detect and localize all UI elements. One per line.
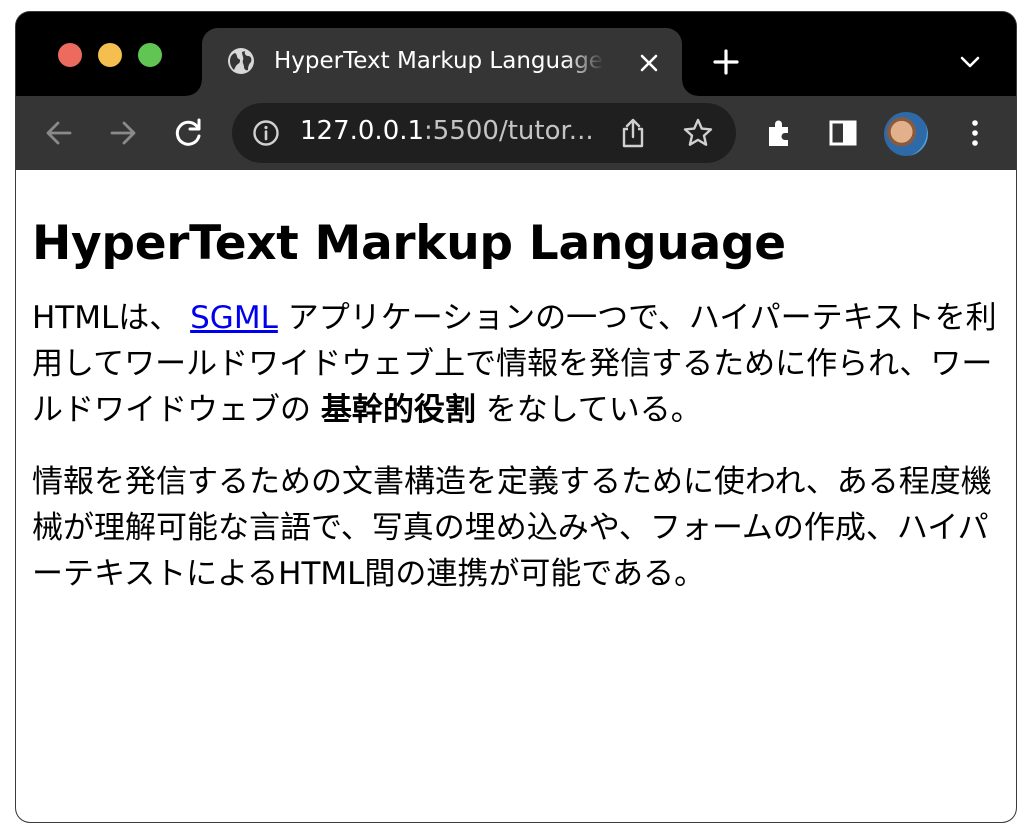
page-content: HyperText Markup Language HTMLは、 SGML アプ… [16, 170, 1016, 822]
avatar[interactable] [884, 112, 928, 156]
toolbar: 127.0.0.1:5500/tutor... [16, 96, 1016, 170]
chevron-down-icon[interactable] [958, 52, 982, 72]
kebab-menu-icon[interactable] [958, 116, 992, 150]
globe-icon [228, 48, 254, 74]
close-icon[interactable] [638, 52, 660, 74]
paragraph-1-intro: HTMLは、 [32, 300, 191, 336]
minimize-window-button[interactable] [98, 43, 122, 67]
reload-icon[interactable] [172, 116, 206, 150]
zoom-window-button[interactable] [138, 43, 162, 67]
url-text[interactable]: 127.0.0.1:5500/tutor... [300, 116, 600, 150]
tab-strip: HyperText Markup Language - Visual Studi… [16, 12, 1016, 96]
close-window-button[interactable] [58, 43, 82, 67]
paragraph-1: HTMLは、 SGML アプリケーションの一つで、ハイパーテキストを利用してワー… [32, 295, 1000, 433]
strong-text: 基幹的役割 [320, 392, 476, 428]
side-panel-icon[interactable] [826, 116, 860, 150]
browser-window: HyperText Markup Language - Visual Studi… [16, 12, 1016, 822]
page-title: HyperText Markup Language [32, 216, 786, 271]
puzzle-icon[interactable] [762, 116, 796, 150]
address-bar[interactable]: 127.0.0.1:5500/tutor... [232, 103, 736, 163]
star-icon[interactable] [682, 117, 714, 149]
arrow-right-icon[interactable] [106, 116, 140, 150]
arrow-left-icon[interactable] [42, 116, 76, 150]
share-icon[interactable] [618, 117, 648, 149]
sgml-link[interactable]: SGML [190, 300, 278, 336]
info-icon[interactable] [252, 119, 280, 147]
tab-active[interactable]: HyperText Markup Language - Visual Studi… [186, 28, 698, 96]
url-path: :5500/tutor... [424, 116, 594, 146]
plus-icon[interactable] [712, 48, 740, 76]
url-host: 127.0.0.1 [300, 116, 425, 146]
tab-title: HyperText Markup Language - Visual Studi… [274, 48, 604, 74]
paragraph-2: 情報を発信するための文書構造を定義するために使われ、ある程度機械が理解可能な言語… [32, 464, 992, 592]
paragraph-1-end: をなしている。 [475, 392, 702, 428]
